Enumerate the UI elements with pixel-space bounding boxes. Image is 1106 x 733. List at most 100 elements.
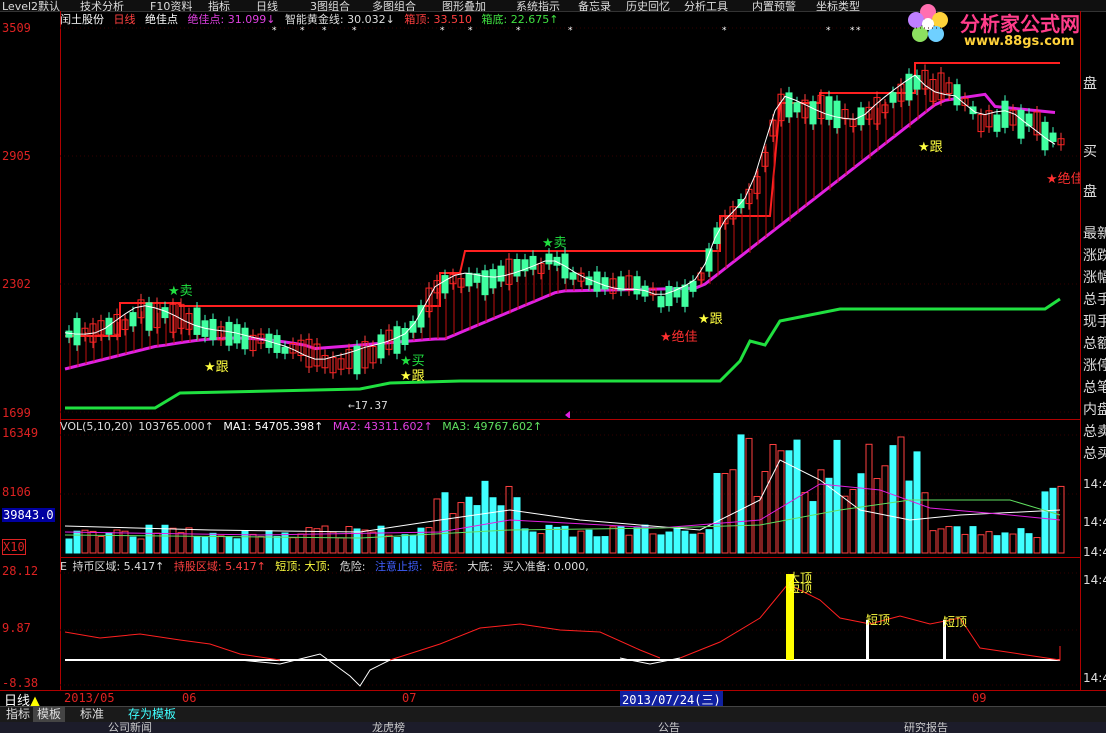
vol-value: 103765.000↑ xyxy=(138,420,214,433)
company-news-link[interactable]: 公司新闻 xyxy=(108,722,152,733)
ind-axis-label: 9.87 xyxy=(2,621,31,635)
candle-body xyxy=(73,318,81,346)
volume-bar xyxy=(1001,532,1009,554)
candle-body xyxy=(681,284,689,307)
volume-bar xyxy=(393,537,401,554)
support-line xyxy=(65,297,1061,410)
candle-body xyxy=(1017,109,1025,139)
volume-bar xyxy=(377,525,385,554)
vol-ma3: MA3: 49767.602↑ xyxy=(442,420,543,433)
top-star-marker: * xyxy=(826,26,831,36)
tab-template[interactable]: 模板 xyxy=(33,707,66,722)
volume-bar xyxy=(513,497,521,554)
box-top-value: 箱顶: 33.510 xyxy=(404,13,473,26)
candle-body xyxy=(953,84,961,106)
ind-chart-header: E 持币区域: 5.417↑ 持股区域: 5.417↑ 短顶: 大顶: 危险: … xyxy=(60,558,595,574)
quote-field-label: 涨停 xyxy=(1083,358,1106,374)
volume-bar xyxy=(425,527,433,554)
volume-bar xyxy=(985,531,993,554)
research-report-link[interactable]: 研究报告 xyxy=(904,722,948,733)
volume-bar xyxy=(409,534,417,554)
volume-bar xyxy=(897,436,905,554)
volume-bar xyxy=(481,480,489,554)
quote-field-label: 买 xyxy=(1083,144,1097,160)
volume-bar xyxy=(841,495,849,554)
volume-bar xyxy=(1041,491,1049,554)
top-star-marker: * xyxy=(468,26,473,36)
volume-bar xyxy=(265,530,273,554)
volume-bar xyxy=(945,526,953,554)
volume-bar xyxy=(441,492,449,554)
main-price-chart[interactable]: * * * * * * * * * * * * ★卖 ★卖 ★买 ★跟 ★跟 ★跟 ★跟 ★绝佳 ★绝佳 ←17.37 闰… xyxy=(60,11,1080,418)
volume-bar xyxy=(977,534,985,554)
volume-bar xyxy=(721,473,729,554)
volume-bar xyxy=(681,530,689,554)
quote-field-label: 总卖 xyxy=(1083,424,1106,440)
candle-body xyxy=(377,334,385,359)
volume-bar xyxy=(905,480,913,554)
candle-body xyxy=(665,285,673,307)
candle-body xyxy=(489,269,497,289)
date-label: 07 xyxy=(402,691,417,705)
date-label: 09 xyxy=(972,691,987,705)
juejia-value: 绝佳点: 31.099↓ xyxy=(187,13,276,26)
volume-bar xyxy=(1009,533,1017,554)
vol-ma1: MA1: 54705.398↑ xyxy=(223,420,324,433)
quote-field-label: 盘 xyxy=(1083,184,1097,200)
indicator-chart[interactable]: 大顶 短顶 短顶 短顶 E 持币区域: 5.417↑ 持股区域: 5.417↑ 短顶:… xyxy=(60,557,1080,691)
volume-bar xyxy=(633,527,641,554)
volume-bar xyxy=(729,469,737,554)
quote-field-label: 14:4 xyxy=(1083,573,1106,587)
volume-bar xyxy=(569,536,577,554)
volume-bar xyxy=(145,524,153,554)
volume-bar xyxy=(289,537,297,554)
date-label: 2013/05 xyxy=(64,691,115,705)
follow-marker: ★跟 xyxy=(918,140,943,155)
volume-bar xyxy=(121,530,129,554)
volume-bar xyxy=(273,535,281,554)
candle-body xyxy=(65,330,73,338)
volume-bar xyxy=(1049,487,1057,554)
top-star-marker: * xyxy=(850,26,855,36)
volume-bar xyxy=(73,530,81,554)
price-chart-svg[interactable]: * * * * * * * * * * * *★卖★卖★买★跟★跟★跟★跟★绝佳★绝佳←17.37 xyxy=(60,11,1080,418)
quote-field-label: 14:4 xyxy=(1083,671,1106,685)
dragon-tiger-link[interactable]: 龙虎榜 xyxy=(372,722,405,733)
volume-bar xyxy=(705,529,713,554)
volume-bar xyxy=(217,535,225,554)
volume-bar xyxy=(601,536,609,554)
volume-bar xyxy=(825,477,833,554)
volume-bar xyxy=(337,537,345,554)
candle-body xyxy=(161,307,169,319)
follow-marker: ★跟 xyxy=(698,312,723,327)
volume-bar xyxy=(489,497,497,554)
volume-bar xyxy=(777,450,785,554)
volume-bar xyxy=(801,492,809,554)
tab-indicator[interactable]: 指标 xyxy=(2,707,34,722)
stop-loss-label: 注意止损: xyxy=(374,560,423,573)
box-bottom-value: 箱底: 22.675↑ xyxy=(481,13,559,26)
vol-axis-label: 8106 xyxy=(2,485,31,499)
volume-bar xyxy=(809,501,817,554)
main-axis-label: 2302 xyxy=(2,277,31,291)
follow-marker: ★跟 xyxy=(400,369,425,384)
box-line xyxy=(65,62,1060,337)
volume-bar xyxy=(313,528,321,554)
volume-bar xyxy=(401,534,409,554)
volume-chart[interactable]: VOL(5,10,20) 103765.000↑ MA1: 54705.398↑… xyxy=(60,419,1080,557)
candle-body xyxy=(281,346,289,354)
volume-bar xyxy=(345,525,353,554)
bottom-tab-bar: 指标 模板 标准 存为模板 xyxy=(0,706,1106,722)
indicator-chart-svg[interactable]: 大顶短顶短顶 短顶 xyxy=(60,558,1080,691)
volume-bar xyxy=(233,538,241,554)
volume-bar xyxy=(81,529,89,554)
top-star-marker: * xyxy=(722,26,727,36)
candle-body xyxy=(393,326,401,354)
announcement-link[interactable]: 公告 xyxy=(658,722,680,733)
quote-field-label: 总额 xyxy=(1083,336,1106,352)
tab-save-template[interactable]: 存为模板 xyxy=(124,707,180,722)
volume-chart-svg[interactable] xyxy=(60,420,1080,557)
tab-standard[interactable]: 标准 xyxy=(76,707,108,722)
vol-unit: X10 xyxy=(2,539,26,555)
volume-bar xyxy=(745,437,753,554)
